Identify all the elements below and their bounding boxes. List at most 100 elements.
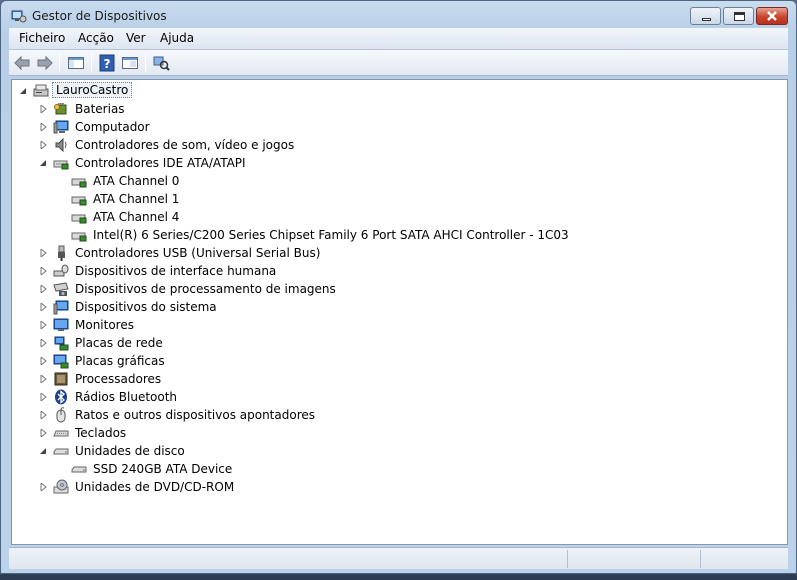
device-label: Intel(R) 6 Series/C200 Series Chipset Fa… [93, 228, 569, 242]
category-label: Controladores USB (Universal Serial Bus) [75, 246, 321, 260]
collapsed-arrow-icon[interactable] [40, 357, 47, 365]
window-title: Gestor de Dispositivos [32, 9, 167, 23]
tree-item-hid[interactable]: Dispositivos de interface humana [40, 262, 400, 280]
category-label: Unidades de DVD/CD-ROM [75, 480, 235, 494]
tree-item-disk-drives[interactable]: Unidades de disco [40, 442, 400, 460]
device-sata-ahci-controller[interactable]: Intel(R) 6 Series/C200 Series Chipset Fa… [71, 226, 591, 244]
category-label: Dispositivos de processamento de imagens [75, 282, 336, 296]
menu-ajuda[interactable]: Ajuda [160, 31, 194, 45]
menu-accao[interactable]: Acção [78, 31, 114, 45]
processor-icon [54, 372, 68, 386]
collapsed-arrow-icon[interactable] [40, 375, 47, 383]
show-hide-console-tree-icon[interactable] [67, 54, 85, 72]
ide-channel-icon [71, 196, 87, 206]
category-label: Rádios Bluetooth [75, 390, 178, 404]
scan-hardware-icon[interactable] [152, 54, 170, 72]
camera-icon [53, 282, 69, 296]
disk-drive-icon [71, 466, 87, 473]
category-label: Placas de rede [75, 336, 163, 350]
ide-channel-icon [71, 232, 87, 242]
collapsed-arrow-icon[interactable] [40, 249, 47, 257]
monitor-icon [53, 318, 69, 331]
tree-item-processors[interactable]: Processadores [40, 370, 400, 388]
minimize-icon [702, 18, 711, 21]
tree-item-dvd[interactable]: Unidades de DVD/CD-ROM [40, 478, 400, 496]
collapsed-arrow-icon[interactable] [40, 393, 47, 401]
computer-root-icon [33, 84, 49, 97]
collapsed-arrow-icon[interactable] [40, 303, 47, 311]
tree-item-usb[interactable]: Controladores USB (Universal Serial Bus) [40, 244, 400, 262]
tree-item-monitores[interactable]: Monitores [40, 316, 400, 334]
close-button[interactable] [756, 7, 788, 25]
category-label: Monitores [75, 318, 134, 332]
menu-ficheiro[interactable]: Ficheiro [19, 31, 65, 45]
forward-icon[interactable] [36, 54, 54, 72]
device-tree[interactable]: LauroCastro Baterias Computador Controla… [11, 79, 788, 545]
background-strip [0, 574, 797, 580]
expanded-arrow-icon[interactable] [20, 87, 27, 95]
category-label: Unidades de disco [75, 444, 185, 458]
help-icon[interactable]: ? [98, 54, 116, 72]
category-label: Controladores IDE ATA/ATAPI [75, 156, 246, 170]
hid-icon [53, 264, 69, 277]
category-label: Computador [75, 120, 150, 134]
device-ssd-240gb[interactable]: SSD 240GB ATA Device [71, 460, 371, 478]
bluetooth-icon [55, 389, 67, 405]
expanded-arrow-icon[interactable] [40, 159, 47, 167]
device-label: ATA Channel 4 [93, 210, 180, 224]
collapsed-arrow-icon[interactable] [40, 105, 47, 113]
tree-item-computador[interactable]: Computador [40, 118, 340, 136]
tree-item-bluetooth[interactable]: Rádios Bluetooth [40, 388, 400, 406]
system-device-icon [53, 300, 69, 315]
category-label: Placas gráficas [75, 354, 165, 368]
minimize-button[interactable] [690, 7, 721, 25]
maximize-button[interactable] [723, 7, 754, 25]
collapsed-arrow-icon[interactable] [40, 123, 47, 131]
category-label: Processadores [75, 372, 162, 386]
tree-item-baterias[interactable]: Baterias [40, 100, 340, 118]
maximize-icon [734, 12, 745, 21]
tree-item-mouse[interactable]: Ratos e outros dispositivos apontadores [40, 406, 440, 424]
category-label: Dispositivos de interface humana [75, 264, 277, 278]
svg-text:?: ? [104, 57, 111, 71]
category-label: Ratos e outros dispositivos apontadores [75, 408, 316, 422]
collapsed-arrow-icon[interactable] [40, 267, 47, 275]
properties-icon[interactable] [121, 54, 139, 72]
tree-item-display-adapters[interactable]: Placas gráficas [40, 352, 400, 370]
tree-root[interactable]: LauroCastro [20, 82, 220, 100]
tree-item-ide-ata-atapi[interactable]: Controladores IDE ATA/ATAPI [40, 154, 400, 172]
title-bar[interactable]: Gestor de Dispositivos [1, 1, 796, 31]
keyboard-icon [53, 430, 69, 437]
ide-channel-icon [71, 214, 87, 224]
collapsed-arrow-icon[interactable] [40, 411, 47, 419]
category-label: Dispositivos do sistema [75, 300, 217, 314]
root-label: LauroCastro [52, 82, 133, 98]
computer-icon [53, 120, 69, 134]
collapsed-arrow-icon[interactable] [40, 429, 47, 437]
collapsed-arrow-icon[interactable] [40, 285, 47, 293]
back-icon[interactable] [13, 54, 31, 72]
collapsed-arrow-icon[interactable] [40, 321, 47, 329]
expanded-arrow-icon[interactable] [40, 447, 47, 455]
dvd-icon [53, 479, 69, 494]
collapsed-arrow-icon[interactable] [40, 483, 47, 491]
tree-item-keyboards[interactable]: Teclados [40, 424, 400, 442]
tree-item-som-video-jogos[interactable]: Controladores de som, vídeo e jogos [40, 136, 400, 154]
device-label: ATA Channel 1 [93, 192, 180, 206]
device-ata-channel-4[interactable]: ATA Channel 4 [71, 208, 371, 226]
tree-item-system-devices[interactable]: Dispositivos do sistema [40, 298, 400, 316]
ide-controller-icon [53, 160, 69, 170]
collapsed-arrow-icon[interactable] [40, 141, 47, 149]
toolbar: ? [9, 50, 788, 76]
menu-bar: Ficheiro Acção Ver Ajuda [9, 28, 788, 50]
close-icon [767, 11, 777, 21]
tree-item-imaging[interactable]: Dispositivos de processamento de imagens [40, 280, 400, 298]
display-adapter-icon [53, 354, 69, 369]
category-label: Baterias [75, 102, 125, 116]
collapsed-arrow-icon[interactable] [40, 339, 47, 347]
menu-ver[interactable]: Ver [126, 31, 146, 45]
device-ata-channel-1[interactable]: ATA Channel 1 [71, 190, 371, 208]
device-ata-channel-0[interactable]: ATA Channel 0 [71, 172, 371, 190]
ide-channel-icon [71, 178, 87, 188]
tree-item-network[interactable]: Placas de rede [40, 334, 400, 352]
